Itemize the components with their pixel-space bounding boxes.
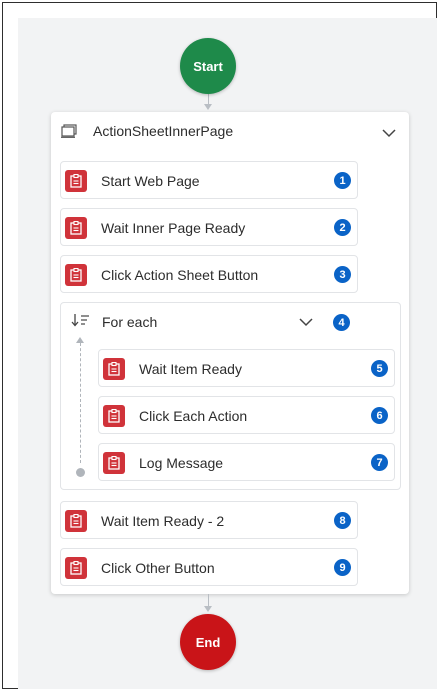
step-number-badge: 2 bbox=[334, 219, 351, 236]
foreach-title: For each bbox=[102, 314, 158, 330]
clipboard-icon bbox=[65, 264, 87, 286]
loop-line bbox=[80, 343, 81, 463]
chevron-down-icon[interactable] bbox=[299, 317, 313, 327]
step-number-badge: 1 bbox=[334, 172, 351, 189]
step-label: Log Message bbox=[139, 455, 224, 471]
clipboard-icon bbox=[65, 510, 87, 532]
start-label: Start bbox=[193, 58, 223, 74]
step-click-each-action[interactable]: Click Each Action 6 bbox=[98, 396, 395, 434]
chevron-down-icon[interactable] bbox=[382, 128, 396, 138]
clipboard-icon bbox=[103, 358, 125, 380]
clipboard-icon bbox=[65, 170, 87, 192]
step-number-badge: 5 bbox=[371, 360, 388, 377]
sort-list-icon bbox=[71, 314, 89, 327]
step-number-badge: 3 bbox=[334, 266, 351, 283]
clipboard-icon bbox=[103, 405, 125, 427]
step-number-badge: 4 bbox=[333, 314, 350, 331]
step-number-badge: 8 bbox=[334, 512, 351, 529]
end-label: End bbox=[195, 634, 221, 650]
step-label: Click Action Sheet Button bbox=[101, 267, 259, 283]
step-click-action-sheet-button[interactable]: Click Action Sheet Button 3 bbox=[60, 255, 358, 293]
action-container[interactable]: ActionSheetInnerPage Start Web Page 1 Wa… bbox=[51, 112, 409, 594]
step-wait-item-ready[interactable]: Wait Item Ready 5 bbox=[98, 349, 395, 387]
container-header[interactable]: ActionSheetInnerPage bbox=[51, 112, 409, 152]
step-label: Click Each Action bbox=[139, 408, 248, 424]
start-node[interactable]: Start bbox=[180, 38, 236, 94]
loop-end-dot bbox=[76, 468, 85, 477]
step-label: Wait Item Ready - 2 bbox=[101, 513, 225, 529]
step-number-badge: 9 bbox=[334, 559, 351, 576]
loop-arrow bbox=[76, 337, 84, 343]
clipboard-icon bbox=[65, 217, 87, 239]
end-node[interactable]: End bbox=[180, 614, 236, 670]
step-wait-inner-page-ready[interactable]: Wait Inner Page Ready 2 bbox=[60, 208, 358, 246]
page-window-icon bbox=[61, 124, 77, 138]
container-title: ActionSheetInnerPage bbox=[93, 123, 234, 139]
step-label: Click Other Button bbox=[101, 560, 215, 576]
step-label: Wait Item Ready bbox=[139, 361, 242, 377]
step-log-message[interactable]: Log Message 7 bbox=[98, 443, 395, 481]
step-wait-item-ready-2[interactable]: Wait Item Ready - 2 8 bbox=[60, 501, 358, 539]
step-number-badge: 7 bbox=[371, 454, 388, 471]
connector-start-arrow bbox=[204, 104, 212, 110]
step-number-badge: 6 bbox=[371, 407, 388, 424]
step-click-other-button[interactable]: Click Other Button 9 bbox=[60, 548, 358, 586]
clipboard-icon bbox=[65, 557, 87, 579]
step-label: Start Web Page bbox=[101, 173, 200, 189]
step-label: Wait Inner Page Ready bbox=[101, 220, 246, 236]
foreach-loop[interactable]: For each 4 Wait Item Ready 5 Click Each … bbox=[60, 302, 401, 490]
connector-end-arrow bbox=[204, 606, 212, 612]
step-start-web-page[interactable]: Start Web Page 1 bbox=[60, 161, 358, 199]
clipboard-icon bbox=[103, 452, 125, 474]
